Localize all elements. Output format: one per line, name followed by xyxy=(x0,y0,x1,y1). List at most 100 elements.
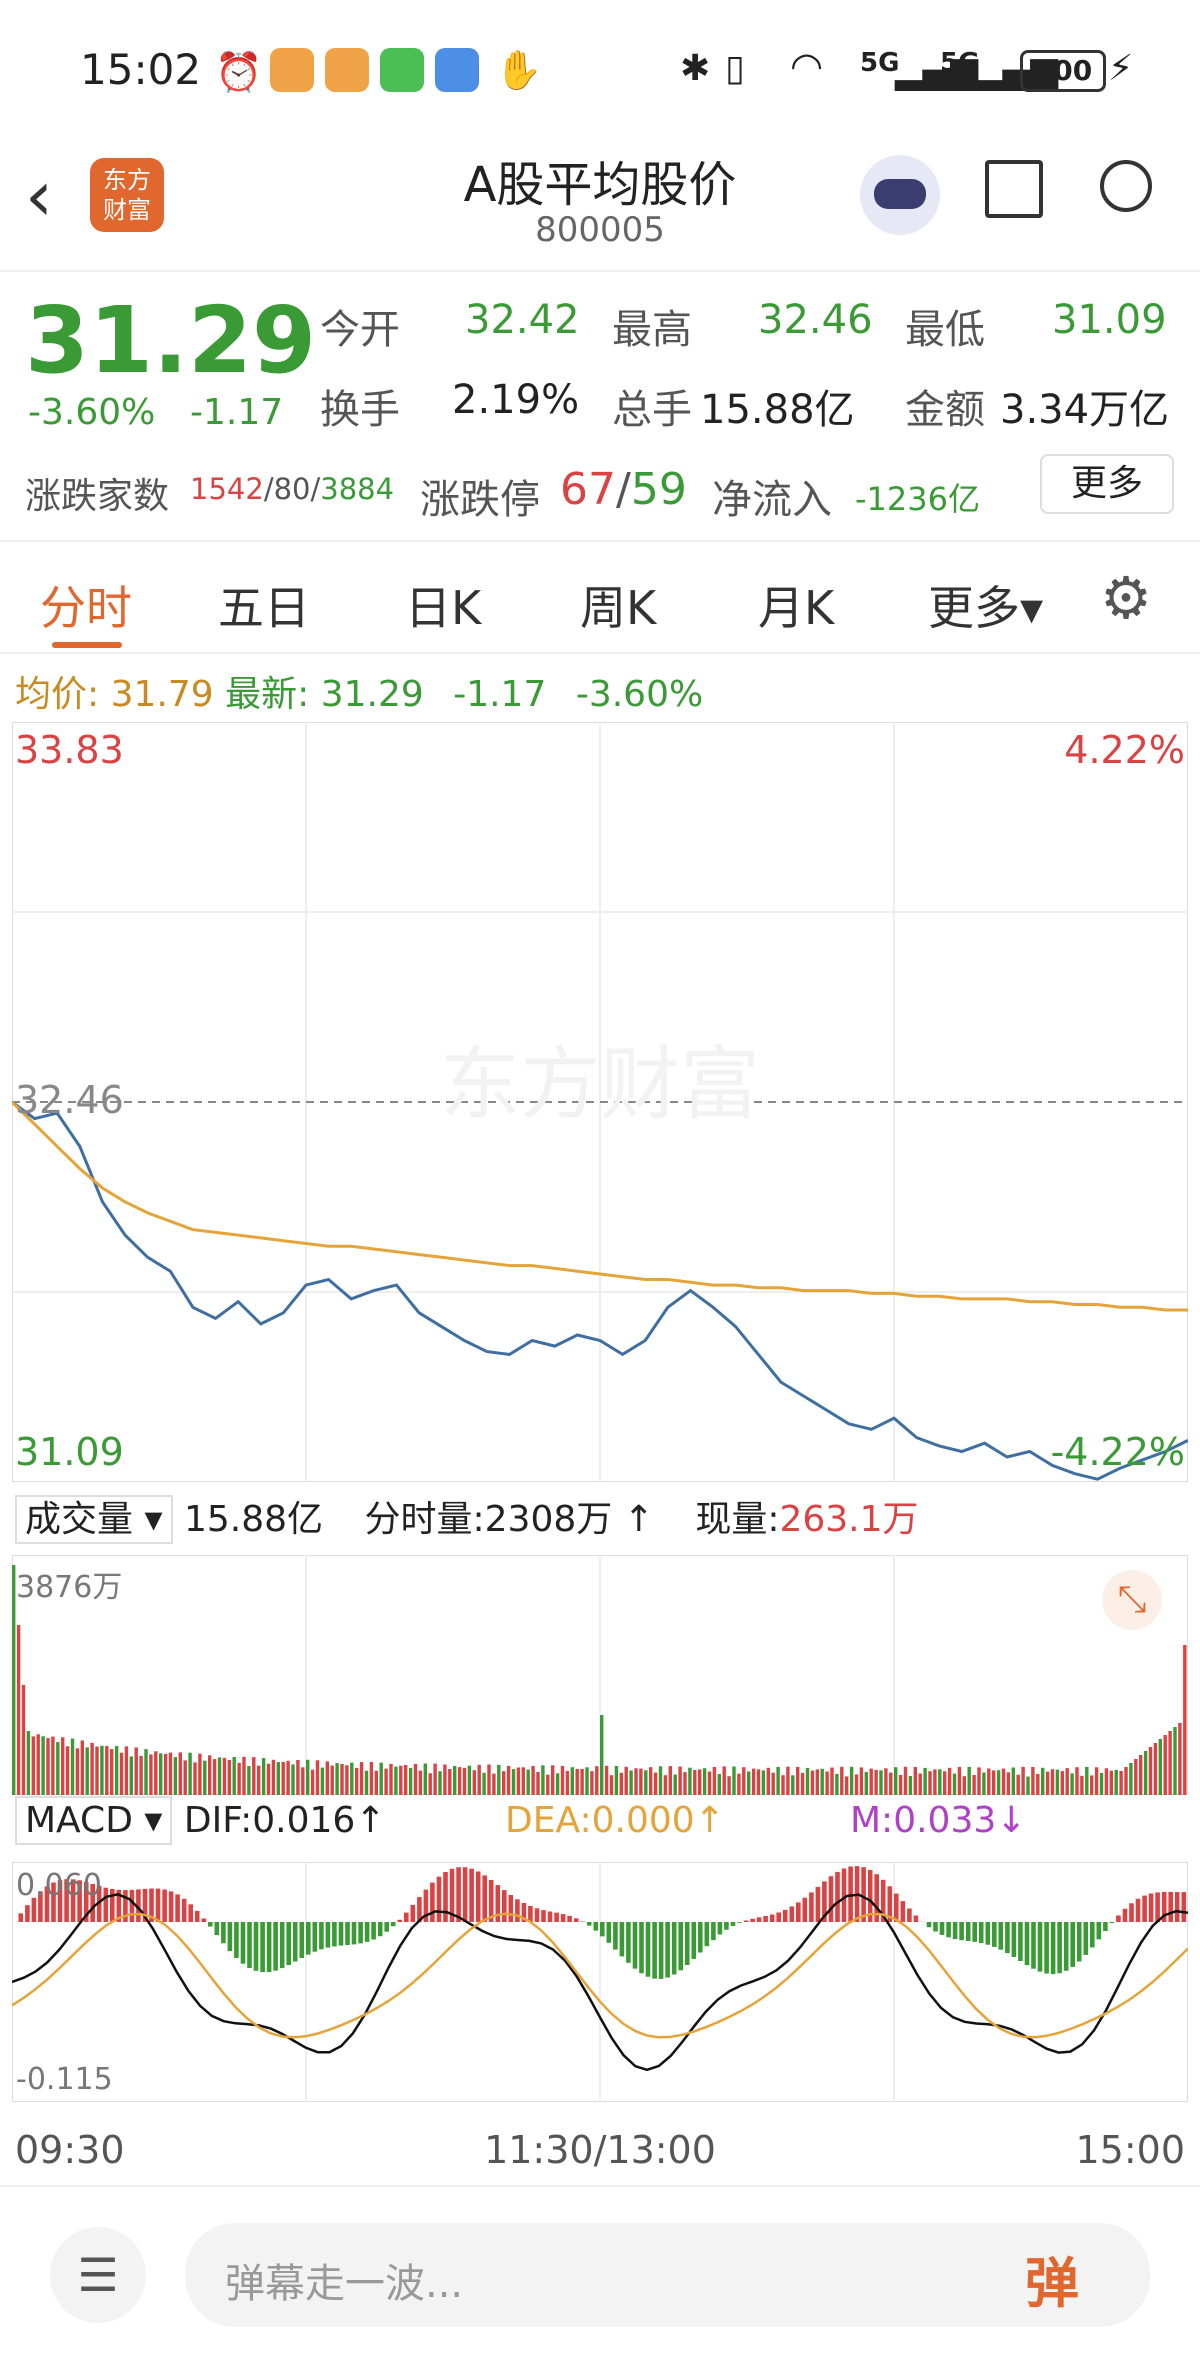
volume-bar xyxy=(512,1769,515,1795)
volume-bar xyxy=(12,1565,15,1795)
volume-bar xyxy=(478,1765,481,1795)
assistant-robot-icon[interactable] xyxy=(860,155,940,235)
volume-bar xyxy=(130,1756,133,1795)
macd-bar xyxy=(482,1875,487,1922)
more-button[interactable]: 更多 xyxy=(1040,454,1174,514)
search-icon[interactable] xyxy=(1100,160,1152,212)
macd-bar xyxy=(456,1867,461,1922)
tab-more[interactable]: 更多▾ xyxy=(928,572,1043,638)
volume-bar xyxy=(37,1734,40,1795)
volume-bar xyxy=(135,1748,138,1796)
volume-bar xyxy=(1031,1767,1034,1795)
volume-bar xyxy=(1100,1773,1103,1795)
intraday-chart: 均价: 31.79 最新: 31.29 -1.17 -3.60% 东方财富 33… xyxy=(0,650,1200,2180)
volume-bar xyxy=(541,1765,544,1795)
settings-gear-icon[interactable]: ⚙ xyxy=(1100,564,1152,632)
volume-bar xyxy=(438,1771,441,1795)
turnover-label: 换手 xyxy=(320,377,400,435)
tab-monthly-k[interactable]: 月K xyxy=(758,572,834,638)
volume-bar xyxy=(502,1771,505,1795)
macd-bar xyxy=(19,1913,24,1922)
macd-bar xyxy=(1097,1922,1102,1939)
volume-bar xyxy=(703,1768,706,1795)
macd-bar xyxy=(986,1922,991,1945)
up-count: 1542 xyxy=(190,472,264,506)
expand-icon[interactable]: ⤡ xyxy=(1102,1570,1162,1630)
tab-daily-k[interactable]: 日K xyxy=(405,572,481,638)
battery-icon: 100 xyxy=(1020,50,1106,92)
macd-bar xyxy=(1025,1922,1030,1965)
breadth-values: 1542/80/3884 xyxy=(190,472,394,506)
avg-label: 均价: xyxy=(15,674,99,715)
volume-bar xyxy=(1070,1773,1073,1795)
tab-intraday[interactable]: 分时 xyxy=(40,572,132,638)
macd-bar xyxy=(1064,1922,1069,1971)
volume-bar xyxy=(1002,1769,1005,1795)
volume-bar xyxy=(1164,1735,1167,1795)
volume-bar xyxy=(629,1771,632,1796)
macd-bar xyxy=(293,1922,298,1962)
volume-bar xyxy=(311,1770,314,1795)
volume-bar xyxy=(492,1774,495,1795)
macd-bar xyxy=(502,1890,507,1922)
macd-bar xyxy=(796,1902,801,1922)
volume-bar xyxy=(767,1768,770,1795)
volume-indicator-select[interactable]: 成交量 ▾ xyxy=(15,1495,173,1544)
avg-value: 31.79 xyxy=(111,674,214,715)
volume-bar xyxy=(943,1771,946,1795)
share-icon[interactable] xyxy=(985,160,1043,218)
macd-bar xyxy=(940,1922,945,1935)
macd-bar xyxy=(705,1922,710,1946)
status-bar: 15:02 ⏰ ✋ ✱ ▯ ◠ 5G ▂▄▆ 5G ▂▄▆ 100 ⚡ xyxy=(0,0,1200,140)
period-tabs: 分时 五日 日K 周K 月K 更多▾ ⚙ xyxy=(0,540,1200,654)
danmu-input[interactable]: 弹幕走一波... 弹 xyxy=(185,2223,1150,2327)
volume-bar xyxy=(164,1754,167,1795)
volume-bar xyxy=(556,1773,559,1795)
volume-bar xyxy=(154,1751,157,1795)
macd-bar xyxy=(1005,1922,1010,1953)
macd-bar xyxy=(208,1922,213,1927)
down-count: 3884 xyxy=(320,472,394,506)
quote-panel: 31.29 -3.60% -1.17 今开 32.42 最高 32.46 最低 … xyxy=(0,270,1200,542)
volume-bar xyxy=(468,1766,471,1795)
macd-bar xyxy=(757,1917,762,1922)
volume-bar xyxy=(487,1765,490,1796)
volume-bar xyxy=(585,1767,588,1795)
volume-bar xyxy=(1007,1772,1010,1795)
danmu-toggle-button[interactable]: 弹 xyxy=(1025,2239,1079,2318)
volume-bar xyxy=(517,1768,520,1796)
macd-bar xyxy=(711,1922,716,1940)
tab-weekly-k[interactable]: 周K xyxy=(580,572,656,638)
volume-bar xyxy=(933,1769,936,1795)
volume-bar xyxy=(389,1764,392,1795)
macd-bar xyxy=(770,1915,775,1923)
volume-bar xyxy=(1110,1771,1113,1795)
macd-bar xyxy=(737,1922,742,1923)
volume-now-label: 现量: xyxy=(695,1499,779,1540)
macd-bar xyxy=(1077,1922,1082,1962)
volume-bar xyxy=(610,1775,613,1795)
macd-indicator-select[interactable]: MACD ▾ xyxy=(15,1796,172,1845)
volume-bar xyxy=(649,1767,652,1795)
volume-bar xyxy=(1046,1772,1049,1795)
volume-bar xyxy=(1159,1739,1162,1795)
tab-five-day[interactable]: 五日 xyxy=(218,572,310,638)
volume-bar xyxy=(894,1767,897,1795)
macd-bar xyxy=(587,1922,592,1926)
volume-bar xyxy=(242,1757,245,1795)
macd-bar xyxy=(979,1922,984,1943)
macd-bar xyxy=(999,1922,1004,1950)
macd-bar xyxy=(901,1901,906,1922)
macd-bar xyxy=(744,1921,749,1923)
volume-bar xyxy=(752,1769,755,1795)
macd-bar xyxy=(326,1922,331,1948)
comment-list-icon[interactable]: ☰ xyxy=(50,2227,146,2323)
volume-bar xyxy=(742,1767,745,1795)
volume-bar xyxy=(625,1767,628,1795)
last-price: 31.29 xyxy=(25,287,316,394)
latest-label: 最新: xyxy=(225,674,309,715)
volume-bar xyxy=(404,1765,407,1795)
macd-bar xyxy=(1038,1922,1043,1972)
volume-bar xyxy=(757,1769,760,1795)
macd-bar xyxy=(1155,1892,1160,1922)
